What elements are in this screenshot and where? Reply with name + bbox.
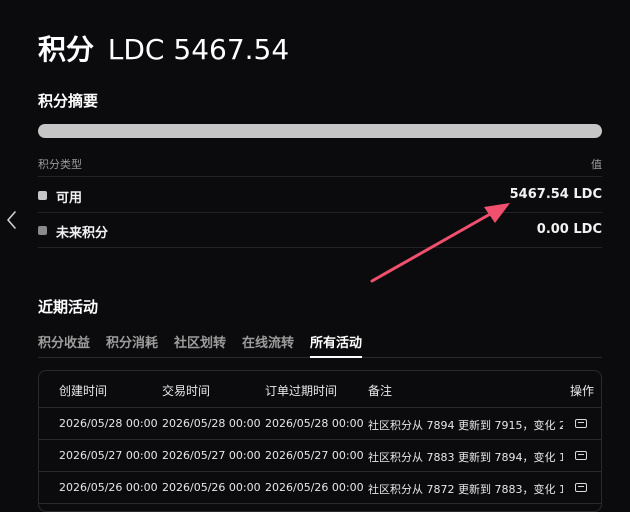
column-operation: 操作 bbox=[570, 384, 595, 398]
column-trade-time: 交易时间 bbox=[162, 384, 211, 398]
cell-note: 社区积分从 7894 更新到 7915，变化 21 bbox=[368, 419, 563, 432]
cell-expire-time: 2026/05/26 00:00 bbox=[265, 481, 364, 494]
points-type-name: 未来积分 bbox=[56, 226, 109, 241]
page-title-amount: LDC 5467.54 bbox=[107, 33, 290, 66]
value-column-label: 值 bbox=[591, 158, 602, 171]
table-row: 2026/05/26 00:00 2026/05/26 00:00 2026/0… bbox=[39, 472, 601, 504]
activity-table-header: 创建时间 交易时间 订单过期时间 备注 操作 bbox=[39, 371, 601, 408]
activity-tabs: 积分收益 积分消耗 社区划转 在线流转 所有活动 bbox=[38, 325, 602, 358]
chevron-left-icon[interactable] bbox=[4, 209, 18, 231]
tab-all-activity[interactable]: 所有活动 bbox=[310, 332, 363, 358]
cell-trade-time: 2026/05/26 00:00 bbox=[162, 481, 261, 494]
page-title: 积分 LDC 5467.54 bbox=[38, 28, 289, 68]
page-title-label: 积分 bbox=[38, 33, 95, 66]
column-expire-time: 订单过期时间 bbox=[265, 384, 338, 398]
cell-created-time: 2026/05/27 00:00 bbox=[59, 449, 158, 462]
receipt-icon[interactable] bbox=[575, 419, 587, 428]
tab-points-spent[interactable]: 积分消耗 bbox=[106, 332, 158, 351]
points-value: 5467.54 LDC bbox=[509, 187, 602, 202]
points-value: 0.00 LDC bbox=[536, 222, 602, 237]
cell-note: 社区积分从 7872 更新到 7883，变化 11 bbox=[368, 483, 563, 496]
points-row-available: 可用 5467.54 LDC bbox=[38, 178, 602, 213]
tab-online-flow[interactable]: 在线流转 bbox=[242, 332, 294, 351]
legend-square bbox=[38, 191, 47, 200]
cell-note: 社区积分从 7883 更新到 7894，变化 11 bbox=[368, 451, 563, 464]
cell-created-time: 2026/05/26 00:00 bbox=[59, 481, 158, 494]
points-row-future: 未来积分 0.00 LDC bbox=[38, 213, 602, 248]
table-row: 2026/05/28 00:00 2026/05/28 00:00 2026/0… bbox=[39, 408, 601, 440]
receipt-icon[interactable] bbox=[575, 451, 587, 460]
table-row: 2026/05/27 00:00 2026/05/27 00:00 2026/0… bbox=[39, 440, 601, 472]
receipt-icon[interactable] bbox=[575, 483, 587, 492]
cell-trade-time: 2026/05/28 00:00 bbox=[162, 417, 261, 430]
activity-title: 近期活动 bbox=[38, 298, 99, 316]
tab-points-earned[interactable]: 积分收益 bbox=[38, 332, 90, 351]
cell-created-time: 2026/05/28 00:00 bbox=[59, 417, 158, 430]
tab-community-transfer[interactable]: 社区划转 bbox=[174, 332, 226, 351]
column-created-time: 创建时间 bbox=[59, 384, 108, 398]
type-column-label: 积分类型 bbox=[38, 158, 82, 171]
summary-title: 积分摘要 bbox=[38, 92, 99, 110]
legend-square bbox=[38, 226, 47, 235]
cell-trade-time: 2026/05/27 00:00 bbox=[162, 449, 261, 462]
summary-table-header: 积分类型 值 bbox=[38, 154, 602, 177]
cell-expire-time: 2026/05/28 00:00 bbox=[265, 417, 364, 430]
points-type-name: 可用 bbox=[56, 191, 83, 206]
cell-expire-time: 2026/05/27 00:00 bbox=[265, 449, 364, 462]
summary-bar bbox=[38, 124, 602, 138]
column-note: 备注 bbox=[368, 384, 393, 398]
activity-table: 创建时间 交易时间 订单过期时间 备注 操作 2026/05/28 00:00 … bbox=[38, 370, 602, 512]
